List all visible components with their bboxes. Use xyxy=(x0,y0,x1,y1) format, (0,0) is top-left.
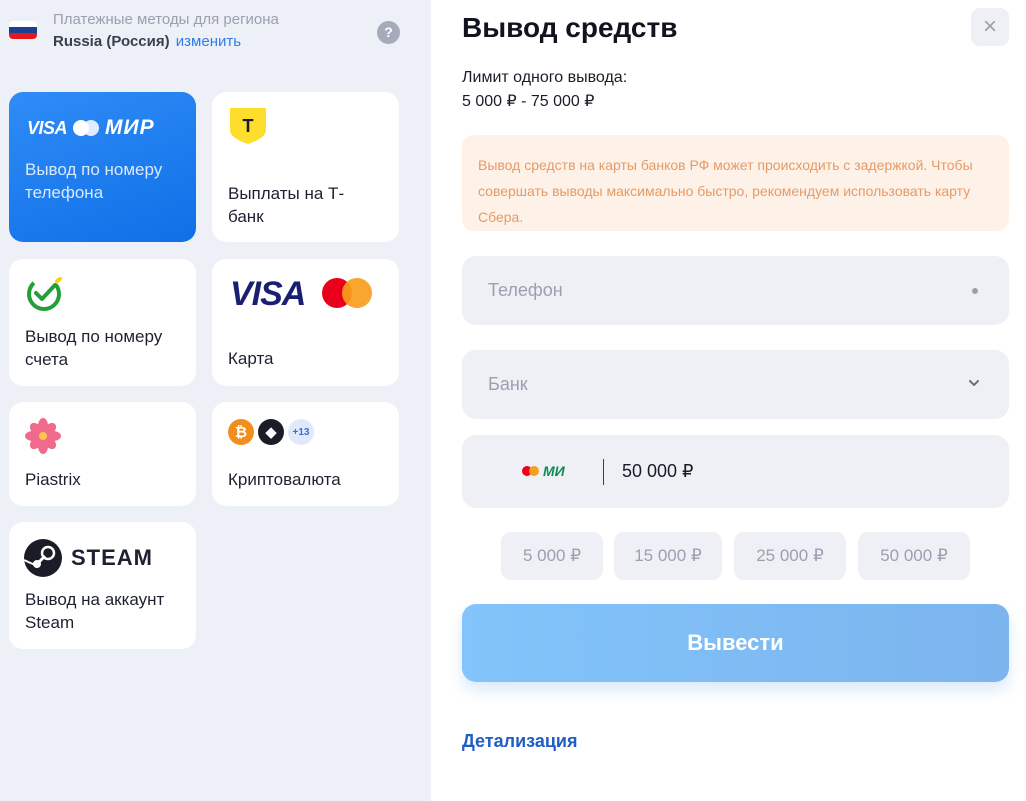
page-title: Вывод средств xyxy=(462,12,678,43)
amount-field[interactable]: МИ 50 000 ₽ xyxy=(462,435,1009,508)
payment-methods-panel: Платежные методы для региона Russia (Рос… xyxy=(0,0,431,801)
method-phone-card[interactable]: VISA МИР Вывод по номеру телефона xyxy=(9,92,196,242)
method-piastrix-card[interactable]: Piastrix xyxy=(9,402,196,506)
method-steam-label: Вывод на аккаунт Steam xyxy=(25,590,165,632)
region-country: Russia (Россия) изменить xyxy=(53,33,241,50)
method-crypto-card[interactable]: ₿ ◆ +13 Криптовалюта xyxy=(212,402,399,506)
field-status-dot-icon xyxy=(972,288,978,294)
withdraw-submit-button[interactable]: Вывести xyxy=(462,604,1009,682)
bank-input[interactable] xyxy=(462,350,1009,419)
method-account-label: Вывод по номеру счета xyxy=(25,327,163,369)
method-tbank-card[interactable]: Т Выплаты на Т-банк xyxy=(212,92,399,242)
withdraw-limit: Лимит одного вывода: 5 000 ₽ - 75 000 ₽ xyxy=(462,66,627,114)
help-icon[interactable]: ? xyxy=(377,21,400,44)
method-steam-card[interactable]: STEAM Вывод на аккаунт Steam xyxy=(9,522,196,649)
mastercard-mini-icon xyxy=(522,466,540,476)
method-piastrix-label: Piastrix xyxy=(25,470,81,489)
phone-field[interactable] xyxy=(462,256,1009,325)
change-region-link[interactable]: изменить xyxy=(176,33,241,50)
preset-15000-button[interactable]: 15 000 ₽ xyxy=(614,532,722,580)
mastercard-icon xyxy=(73,120,100,136)
russia-flag-icon xyxy=(9,21,37,39)
piastrix-flower-icon xyxy=(25,418,61,454)
bitcoin-icon: ₿ xyxy=(228,419,254,445)
svg-text:Т: Т xyxy=(243,116,254,136)
ethereum-icon: ◆ xyxy=(258,419,284,445)
steam-logo: STEAM xyxy=(23,538,153,578)
phone-input[interactable] xyxy=(462,256,1009,325)
delay-notice: Вывод средств на карты банков РФ может п… xyxy=(462,135,1009,231)
limit-label: Лимит одного вывода: xyxy=(462,69,628,86)
method-account-card[interactable]: Вывод по номеру счета xyxy=(9,259,196,386)
withdraw-panel: Вывод средств × Лимит одного вывода: 5 0… xyxy=(431,0,1026,801)
chevron-down-icon xyxy=(969,380,979,386)
method-crypto-label: Криптовалюта xyxy=(228,470,341,489)
steam-icon xyxy=(23,539,62,577)
region-label: Платежные методы для региона xyxy=(53,11,279,28)
limit-range: 5 000 ₽ - 75 000 ₽ xyxy=(462,93,595,110)
mir-card-logo: МИ xyxy=(522,463,565,479)
sber-logo-icon xyxy=(27,277,62,311)
visa-mastercard-mir-logo: VISA МИР xyxy=(27,116,155,139)
preset-5000-button[interactable]: 5 000 ₽ xyxy=(501,532,603,580)
tbank-logo-icon: Т xyxy=(230,108,266,144)
method-card-label: Карта xyxy=(228,349,274,368)
bank-select[interactable] xyxy=(462,350,1009,419)
method-card-card[interactable]: VISA Карта xyxy=(212,259,399,386)
method-phone-label: Вывод по номеру телефона xyxy=(25,160,163,202)
mastercard-logo-icon xyxy=(322,278,372,308)
more-coins-badge: +13 xyxy=(288,419,314,445)
amount-divider xyxy=(603,459,604,485)
amount-input[interactable]: 50 000 ₽ xyxy=(622,461,694,482)
details-link[interactable]: Детализация xyxy=(462,731,578,752)
visa-logo: VISA xyxy=(230,275,306,313)
region-selector: Платежные методы для региона Russia (Рос… xyxy=(9,9,409,59)
preset-25000-button[interactable]: 25 000 ₽ xyxy=(734,532,846,580)
method-tbank-label: Выплаты на Т-банк xyxy=(228,184,345,226)
region-country-name: Russia (Россия) xyxy=(53,33,170,50)
close-icon[interactable]: × xyxy=(971,8,1009,46)
preset-50000-button[interactable]: 50 000 ₽ xyxy=(858,532,970,580)
crypto-logos: ₿ ◆ +13 xyxy=(228,419,314,445)
